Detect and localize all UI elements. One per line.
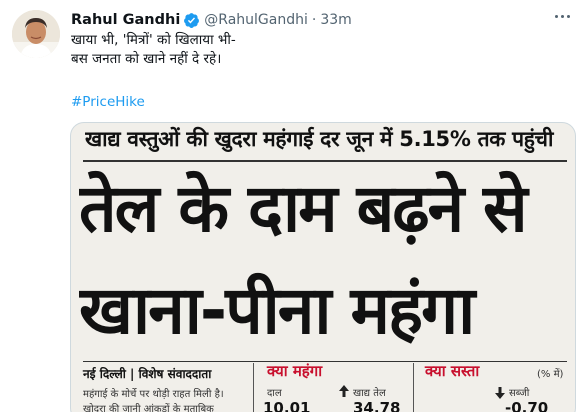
attached-image[interactable]: खाद्य वस्तुओं की खुदरा महंगाई दर जून में… [70, 122, 576, 412]
avatar[interactable] [12, 10, 60, 58]
clipping-column-divider-2 [413, 363, 414, 412]
costly-heading: क्या महंगा [267, 362, 323, 380]
author-name[interactable]: Rahul Gandhi [71, 12, 180, 28]
clipping-dateline: नई दिल्ली | विशेष संवाददाता [83, 367, 212, 381]
hashtag-link[interactable]: #PriceHike [71, 94, 145, 110]
up-arrow-icon [339, 385, 349, 397]
clipping-headline-line1: तेल के दाम बढ़ने से [79, 170, 528, 247]
author-handle[interactable]: @RahulGandhi [204, 12, 308, 28]
costly-item1-label: दाल [267, 388, 282, 399]
clipping-body-line2: खोदरा की जानी आंकड़ों के मुताबिक [83, 404, 214, 412]
costly-item1-value: 10.01 [263, 399, 311, 412]
tweet-header: Rahul Gandhi @RahulGandhi · 33m [71, 10, 352, 30]
tweet-text-line-2: बस जनता को खाने नहीं दे रहे। [71, 51, 222, 67]
verified-badge-icon [184, 12, 200, 28]
cheap-heading: क्या सस्ता [425, 362, 480, 380]
clipping-column-divider [253, 363, 254, 412]
clipping-body-line1: महंगाई के मोर्चे पर थोड़ी राहत मिली है। [83, 389, 224, 400]
percent-note: (% में) [537, 369, 564, 380]
clipping-headline-top: खाद्य वस्तुओं की खुदरा महंगाई दर जून में… [85, 127, 554, 151]
costly-item2-value: 34.78 [353, 399, 401, 412]
clipping-headline-line2: खाना-पीना महंगा [79, 272, 475, 349]
clipping-rule-lower [83, 361, 567, 362]
cheap-item1-label: सब्जी [509, 388, 530, 399]
down-arrow-icon [495, 387, 505, 399]
avatar-image [12, 10, 60, 58]
costly-item2-label: खाद्य तेल [353, 388, 386, 399]
tweet-text-line-1: खाया भी, 'मित्रों' को खिलाया भी- [71, 32, 236, 48]
timestamp[interactable]: 33m [320, 12, 351, 28]
separator-dot: · [311, 12, 317, 28]
more-options-icon[interactable] [549, 6, 575, 26]
cheap-item1-value: -0.70 [505, 399, 549, 412]
tweet[interactable]: Rahul Gandhi @RahulGandhi · 33m खाया भी,… [0, 0, 585, 412]
